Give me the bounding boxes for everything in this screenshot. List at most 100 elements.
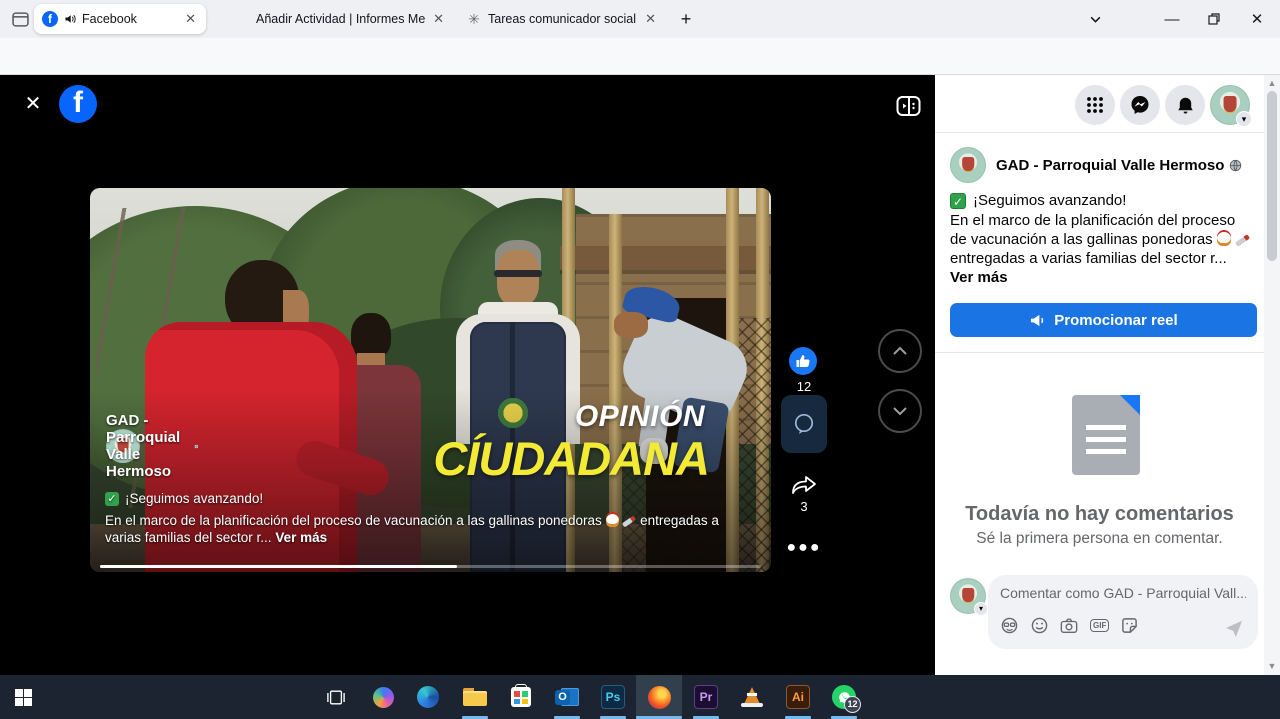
window-close-button[interactable]: ✕ [1234, 0, 1280, 38]
whatsapp-badge: 12 [844, 696, 861, 713]
illustrator-icon[interactable]: Ai [775, 675, 821, 719]
file-explorer-icon[interactable] [452, 675, 498, 719]
tab-close-icon[interactable]: ✕ [643, 11, 658, 27]
video-frame: OPINIÓN CÍUDADANA GAD - Parroquial Valle… [90, 188, 771, 572]
scroll-down-icon[interactable]: ▼ [1264, 661, 1280, 671]
syringe-icon [622, 515, 636, 527]
public-globe-icon [194, 440, 199, 453]
share-arrow-icon [790, 473, 818, 497]
window-maximize-button[interactable] [1191, 0, 1237, 38]
tab-title: Tareas comunicador social GAD [488, 12, 637, 26]
next-reel-button[interactable] [878, 389, 922, 433]
check-icon: ✓ [105, 492, 119, 506]
no-comments-icon [1072, 395, 1140, 475]
avatar-sticker-icon[interactable] [1000, 617, 1019, 634]
no-comments-title: Todavía no hay comentarios [935, 503, 1264, 526]
see-more-link[interactable]: Ver más [275, 530, 327, 545]
gif-icon[interactable]: GIF [1090, 619, 1109, 632]
close-reel-icon[interactable]: ✕ [22, 93, 44, 115]
check-icon: ✓ [950, 193, 966, 209]
account-menu-button[interactable]: ▾ [1210, 85, 1250, 125]
page-scrollbar[interactable]: ▲ ▼ [1264, 75, 1280, 675]
share-button[interactable] [788, 471, 820, 499]
tab-list-chevron-icon[interactable] [1081, 5, 1109, 33]
bell-icon [1176, 96, 1195, 115]
new-tab-button[interactable]: + [672, 5, 700, 33]
video-progress-bar[interactable] [100, 565, 761, 568]
share-count[interactable]: 3 [778, 499, 830, 514]
megaphone-icon [1029, 313, 1046, 328]
chevron-down-icon: ▾ [1236, 111, 1252, 127]
notifications-button[interactable] [1165, 85, 1205, 125]
messenger-button[interactable] [1120, 85, 1160, 125]
status-line: ✓ ¡Seguimos avanzando! [950, 192, 1126, 209]
tab-title: Facebook [82, 12, 137, 26]
messenger-icon [1130, 95, 1150, 115]
emoji-icon[interactable] [1031, 617, 1048, 634]
previous-reel-button[interactable] [878, 329, 922, 373]
collapse-sidebar-icon[interactable] [896, 94, 921, 118]
comments-button[interactable] [781, 395, 827, 453]
tab-facebook[interactable]: f Facebook ✕ [34, 4, 206, 34]
overlay-title-line1: OPINIÓN [575, 400, 705, 434]
video-caption: En el marco de la planificación del proc… [105, 512, 757, 546]
send-comment-icon[interactable] [1224, 619, 1244, 637]
window-minimize-button[interactable]: — [1149, 0, 1195, 38]
tab-close-icon[interactable]: ✕ [183, 11, 198, 27]
video-progress-played [100, 565, 457, 568]
whatsapp-icon[interactable]: 12 [821, 675, 867, 719]
tab-title: Añadir Actividad | Informes Mensua [256, 12, 425, 26]
edge-icon[interactable] [405, 675, 451, 719]
start-button[interactable] [0, 675, 46, 719]
tab-informes[interactable]: Añadir Actividad | Informes Mensua ✕ [248, 4, 454, 34]
composer-avatar[interactable]: ▾ [950, 578, 986, 614]
syringe-icon [1235, 234, 1250, 247]
page-name[interactable]: GAD - Parroquial Valle Hermoso [996, 157, 1242, 174]
chicken-icon [606, 514, 619, 527]
task-view-button[interactable] [313, 675, 359, 719]
browser-toolbar: www.facebook.com/reel/1891308468394889 s [0, 38, 1280, 75]
like-button[interactable] [789, 347, 817, 375]
reel-video[interactable]: OPINIÓN CÍUDADANA GAD - Parroquial Valle… [90, 188, 771, 572]
microsoft-store-icon[interactable] [498, 675, 544, 719]
more-options-icon[interactable]: ●●● [778, 539, 830, 557]
promote-reel-button[interactable]: Promocionar reel [950, 303, 1257, 337]
scroll-up-icon[interactable]: ▲ [1264, 78, 1280, 88]
comments-sidebar: ▾ GAD - Parroquial Valle Hermoso ✓ ¡Segu… [935, 75, 1264, 675]
no-comments-subtitle: Sé la primera persona en comentar. [935, 530, 1264, 548]
reel-stage: ✕ f [0, 75, 935, 675]
comment-bubble-icon [792, 412, 816, 436]
firefox-icon[interactable] [636, 675, 682, 719]
overlay-title-line2: CÍUDADANA [433, 431, 709, 486]
see-more-link[interactable]: Ver más [950, 269, 1008, 286]
chicken-icon [1217, 232, 1231, 246]
windows-taskbar: Buscar [0, 675, 1280, 719]
vlc-icon[interactable] [729, 675, 775, 719]
scrollbar-thumb[interactable] [1267, 91, 1277, 261]
copilot-icon[interactable] [360, 675, 406, 719]
apps-menu-button[interactable] [1075, 85, 1115, 125]
page-name[interactable]: GAD - Parroquial Valle Hermoso [106, 412, 198, 480]
like-count[interactable]: 12 [778, 379, 830, 394]
photoshop-icon[interactable]: Ps [590, 675, 636, 719]
comment-input[interactable]: Comentar como GAD - Parroquial Vall... [1000, 585, 1246, 601]
facebook-logo[interactable]: f [59, 85, 97, 123]
premiere-icon[interactable]: Pr [683, 675, 729, 719]
firefox-view-icon[interactable] [6, 5, 34, 33]
comment-composer[interactable]: Comentar como GAD - Parroquial Vall... G… [988, 575, 1258, 649]
outlook-icon[interactable]: O [544, 675, 590, 719]
browser-titlebar: f Facebook ✕ Añadir Actividad | Informes… [0, 0, 1280, 38]
camera-icon[interactable] [1060, 618, 1078, 634]
post-caption: En el marco de la planificación del proc… [950, 211, 1254, 287]
chevron-down-icon: ▾ [974, 602, 988, 616]
tab-tareas[interactable]: ✳ Tareas comunicador social GAD ✕ [458, 4, 666, 34]
page-avatar[interactable] [950, 147, 986, 183]
sticker-icon[interactable] [1121, 617, 1138, 634]
public-globe-icon [1229, 159, 1242, 172]
tab-audio-icon[interactable] [64, 13, 76, 25]
divider [935, 352, 1264, 353]
tab-close-icon[interactable]: ✕ [431, 11, 446, 27]
video-status-line: ✓ ¡Seguimos avanzando! [105, 491, 263, 506]
facebook-favicon-icon: f [42, 11, 58, 27]
facebook-header: ▾ [935, 75, 1264, 133]
